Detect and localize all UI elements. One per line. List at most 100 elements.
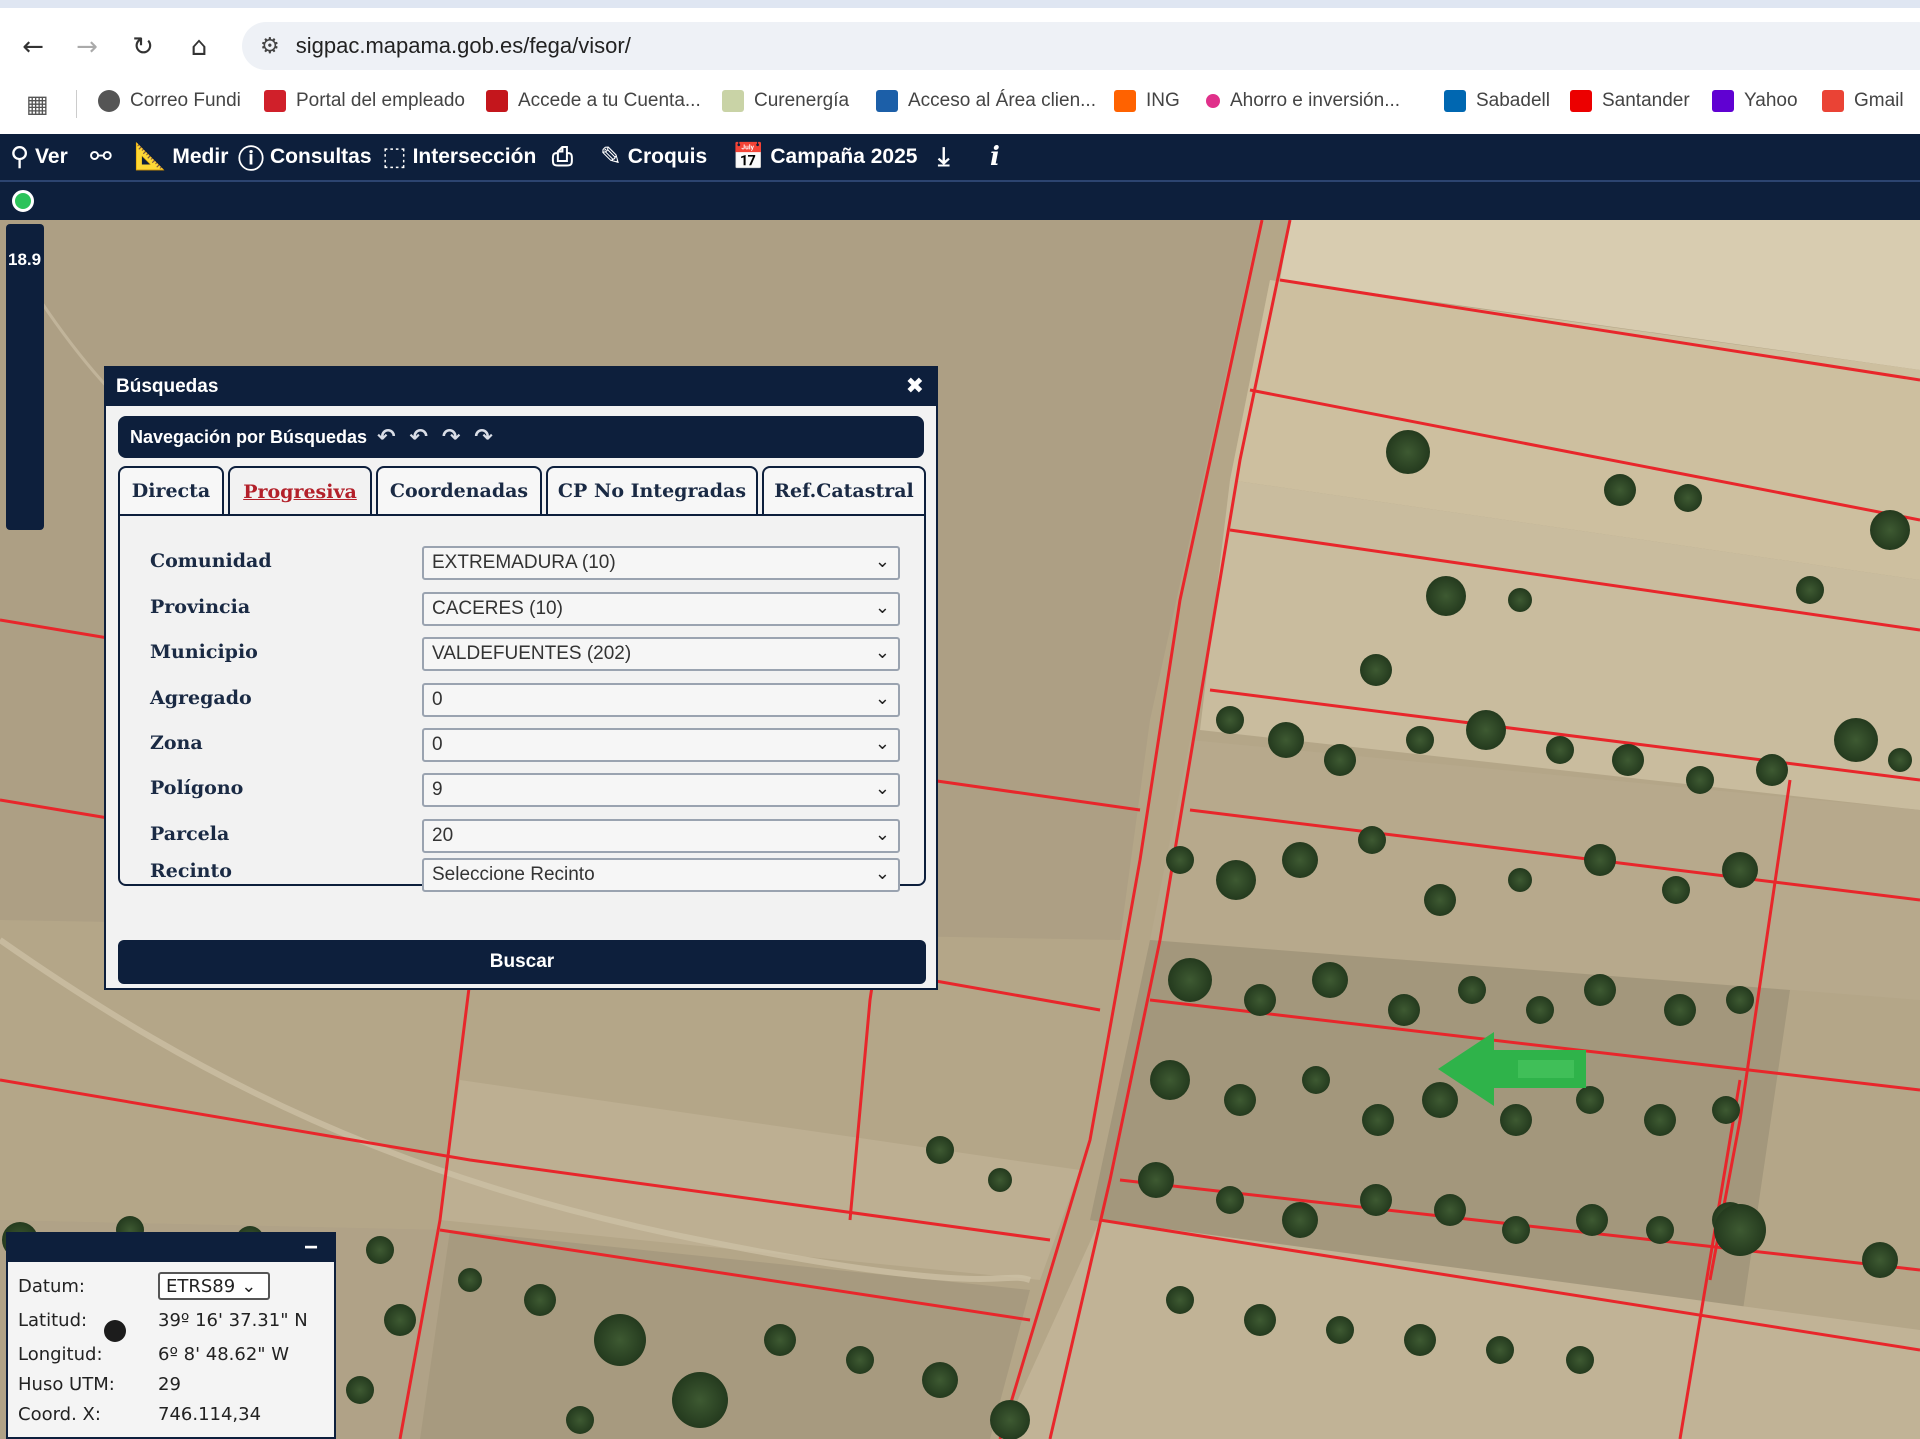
provincia-select[interactable]: CACERES (10) ⌄	[422, 592, 900, 626]
printer-icon: ⎙	[552, 141, 573, 172]
status-indicator-icon[interactable]	[12, 190, 34, 212]
address-bar[interactable]: ⚙ sigpac.mapama.gob.es/fega/visor/	[242, 22, 1920, 70]
bookmark-santander[interactable]: Santander	[1570, 90, 1690, 112]
search-panel: Búsquedas ✖ Navegación por Búsquedas ↶↶↷…	[104, 366, 938, 990]
sabadell-icon	[1444, 90, 1466, 112]
bookmark-gmail[interactable]: Gmail	[1822, 90, 1904, 112]
chevron-down-icon: ⌄	[874, 824, 890, 845]
tab-cp-no-integradas[interactable]: CP No Integradas	[546, 466, 758, 514]
bookmark-yahoo[interactable]: Yahoo	[1712, 90, 1798, 112]
status-bar	[0, 180, 1920, 220]
bookmark-curenergia[interactable]: Curenergía	[722, 90, 849, 112]
huso-row: Huso UTM: 29	[18, 1374, 181, 1395]
ahorro-icon	[1206, 94, 1220, 108]
campana-button[interactable]: 📅 Campaña 2025	[732, 134, 917, 180]
tab-strip	[0, 0, 1920, 8]
forward-icon[interactable]: →	[68, 28, 106, 66]
app-toolbar: ⚲ Ver ⚯ 📐 Medir ⓘ Consultas ⬚ Intersección ⎙…	[0, 134, 1920, 180]
chevron-down-icon: ⌄	[874, 642, 890, 663]
download-icon: ⤓	[938, 141, 950, 172]
parcela-select[interactable]: 20 ⌄	[422, 819, 900, 853]
info-icon: i	[990, 142, 1000, 172]
search-panel-title: Búsquedas ✖	[106, 368, 936, 406]
client-area-icon	[876, 90, 898, 112]
zona-select[interactable]: 0 ⌄	[422, 728, 900, 762]
interseccion-button[interactable]: ⬚ Intersección	[382, 134, 536, 180]
consultas-button[interactable]: ⓘ Consultas	[238, 134, 372, 180]
ruler-icon: 📐	[134, 142, 167, 172]
field-poligono: Polígono 9 ⌄	[120, 773, 928, 809]
globe-icon	[98, 90, 120, 112]
field-parcela: Parcela 20 ⌄	[120, 819, 928, 855]
search-icon: ⚲	[10, 142, 30, 172]
undo-icon[interactable]: ↶	[410, 425, 442, 450]
apps-grid-icon[interactable]: ▦	[26, 90, 49, 118]
tab-progresiva[interactable]: Progresiva	[228, 466, 372, 516]
bookmark-correo-fundi[interactable]: Correo Fundi	[98, 90, 241, 112]
close-icon[interactable]: ✖	[906, 374, 924, 399]
pencil-icon: ✎	[600, 142, 622, 172]
tab-ref-catastral[interactable]: Ref.Catastral	[762, 466, 926, 514]
bookmark-area-cliente[interactable]: Acceso al Área clien...	[876, 90, 1096, 112]
search-navigation: Navegación por Búsquedas ↶↶↷↷	[118, 416, 924, 458]
datum-row: Datum: ETRS89 ⌄	[14, 1272, 334, 1300]
print-button[interactable]: ⎙	[552, 134, 579, 180]
field-municipio: Municipio VALDEFUENTES (202) ⌄	[120, 637, 928, 673]
redo-icon[interactable]: ↷	[442, 425, 474, 450]
history-arrows: ↶↶↷↷	[377, 425, 507, 450]
url-text[interactable]: sigpac.mapama.gob.es/fega/visor/	[296, 33, 631, 59]
address-row: ← → ↻ ⌂ ⚙ sigpac.mapama.gob.es/fega/viso…	[0, 22, 1920, 72]
reload-icon[interactable]: ↻	[124, 28, 162, 66]
back-icon[interactable]: ←	[14, 28, 52, 66]
bookmark-portal-empleado[interactable]: Portal del empleado	[264, 90, 465, 112]
field-comunidad: Comunidad EXTREMADURA (10) ⌄	[120, 546, 928, 582]
datum-select[interactable]: ETRS89 ⌄	[158, 1272, 270, 1300]
ver-button[interactable]: ⚲ Ver	[10, 134, 68, 180]
bookmark-ing[interactable]: ING	[1114, 90, 1180, 112]
bookmark-accede-cuenta[interactable]: Accede a tu Cuenta...	[486, 90, 701, 112]
chevron-down-icon: ⌄	[241, 1275, 257, 1297]
ing-icon	[1114, 90, 1136, 112]
chevron-down-icon: ⌄	[874, 551, 890, 572]
buscar-button[interactable]: Buscar	[118, 940, 926, 984]
info-circle-icon: ⓘ	[238, 144, 265, 175]
agregado-select[interactable]: 0 ⌄	[422, 683, 900, 717]
browser-chrome: ← → ↻ ⌂ ⚙ sigpac.mapama.gob.es/fega/viso…	[0, 0, 1920, 134]
medir-button[interactable]: 📐 Medir	[134, 134, 228, 180]
yahoo-icon	[1712, 90, 1734, 112]
search-tabs: Directa Progresiva Coordenadas CP No Int…	[118, 466, 926, 516]
progresiva-form: Comunidad EXTREMADURA (10) ⌄ Provincia CA…	[118, 514, 928, 892]
site-settings-icon[interactable]: ⚙	[260, 34, 280, 59]
minimize-icon[interactable]: −	[304, 1234, 318, 1262]
download-button[interactable]: ⤓	[938, 134, 956, 180]
zoom-level: 18.9	[8, 250, 42, 269]
tab-directa[interactable]: Directa	[118, 466, 224, 514]
bookmark-sabadell[interactable]: Sabadell	[1444, 90, 1550, 112]
coord-x-row: Coord. X: 746.114,34	[18, 1404, 262, 1425]
intersection-icon: ⬚	[382, 142, 407, 172]
chevron-down-icon: ⌄	[874, 863, 890, 884]
santander-icon	[1570, 90, 1592, 112]
croquis-button[interactable]: ✎ Croquis	[600, 134, 707, 180]
coordinates-panel: − Datum: ETRS89 ⌄ Latitud: 39º 16' 37.31"…	[6, 1232, 336, 1439]
chevron-down-icon: ⌄	[874, 688, 890, 709]
calendar-icon: 📅	[732, 142, 765, 172]
undo-first-icon[interactable]: ↶	[377, 425, 409, 450]
field-agregado: Agregado 0 ⌄	[120, 683, 928, 719]
comunidad-select[interactable]: EXTREMADURA (10) ⌄	[422, 546, 900, 580]
redo-last-icon[interactable]: ↷	[474, 425, 506, 450]
poligono-select[interactable]: 9 ⌄	[422, 773, 900, 807]
field-zona: Zona 0 ⌄	[120, 728, 928, 764]
globe-icon[interactable]	[104, 1320, 126, 1342]
recinto-select[interactable]: Seleccione Recinto ⌄	[422, 858, 900, 892]
info-button[interactable]: i	[990, 134, 1006, 180]
binoculars-icon: ⚯	[90, 142, 112, 172]
bookmark-ahorro[interactable]: Ahorro e inversión...	[1206, 90, 1400, 112]
chevron-down-icon: ⌄	[874, 778, 890, 799]
longitude-row: Longitud: 6º 8' 48.62" W	[18, 1344, 290, 1365]
field-provincia: Provincia CACERES (10) ⌄	[120, 592, 928, 628]
tab-coordenadas[interactable]: Coordenadas	[376, 466, 542, 514]
binoculars-button[interactable]: ⚯	[90, 134, 118, 180]
home-icon[interactable]: ⌂	[180, 28, 218, 66]
municipio-select[interactable]: VALDEFUENTES (202) ⌄	[422, 637, 900, 671]
